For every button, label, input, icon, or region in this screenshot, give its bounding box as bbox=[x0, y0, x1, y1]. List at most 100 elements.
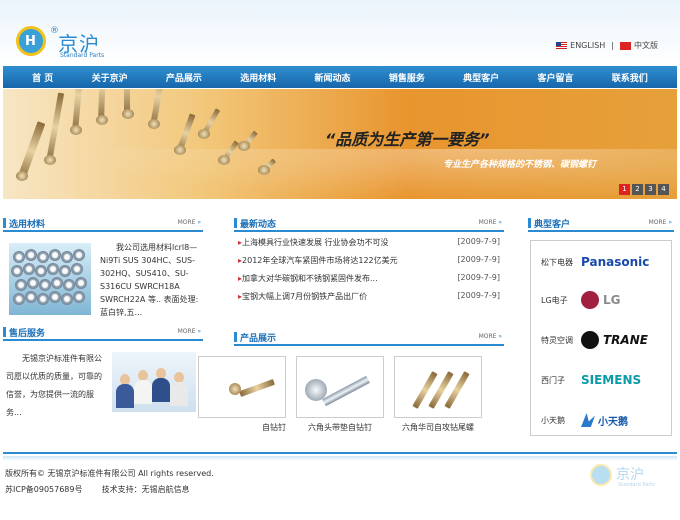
banner-screw-head bbox=[96, 115, 108, 125]
banner-subslogan: 专业生产各种规格的不锈钢、碳钢螺钉 bbox=[443, 160, 597, 170]
product-card[interactable]: 六角华司自攻钻尾螺 bbox=[394, 356, 482, 432]
customer-name: 特灵空调 bbox=[541, 335, 573, 345]
lg-logo: LG bbox=[603, 293, 621, 307]
service-section-header: 售后服务 MORE bbox=[2, 325, 203, 341]
footer-logo: 京沪 Standard Parts bbox=[590, 462, 660, 492]
service-team-image bbox=[112, 352, 196, 412]
footer-info: 苏ICP备09057689号 技术支持：无锡启航信息 bbox=[5, 484, 190, 495]
product-label: 六角华司自攻钻尾螺 bbox=[402, 423, 474, 432]
customer-name: 小天鹅 bbox=[541, 415, 565, 425]
logo-emblem-icon: H bbox=[16, 26, 46, 56]
banner-pager: 1 2 3 4 bbox=[619, 184, 669, 195]
logo-english-name: Standard Parts bbox=[60, 52, 105, 59]
nav-products[interactable]: 产品展示 bbox=[166, 71, 202, 84]
hero-banner[interactable]: “品质为生产第一要务” 专业生产各种规格的不锈钢、碳钢螺钉 1 2 3 4 bbox=[3, 89, 677, 199]
materials-steel-pipes-image bbox=[9, 243, 91, 315]
materials-more-link[interactable]: MORE bbox=[178, 219, 201, 226]
banner-screw-head bbox=[122, 109, 134, 119]
news-section-header: 最新动态 MORE bbox=[233, 216, 504, 232]
nav-sales-service[interactable]: 销售服务 bbox=[389, 71, 425, 84]
customer-row[interactable]: 西门子 SIEMENS bbox=[531, 361, 673, 399]
banner-page-3[interactable]: 3 bbox=[645, 184, 656, 195]
banner-screw-head bbox=[218, 155, 230, 165]
banner-screw-head bbox=[44, 155, 56, 165]
banner-screw-head bbox=[258, 165, 270, 175]
footer-divider bbox=[3, 452, 677, 454]
news-item[interactable]: 宝钢大幅上调7月份钢铁产品出厂价 [2009-7-9] bbox=[238, 291, 500, 309]
us-flag-icon bbox=[556, 41, 568, 50]
lang-chinese-label: 中文版 bbox=[634, 41, 658, 50]
customer-name: LG电子 bbox=[541, 295, 568, 305]
lang-english-link[interactable]: ENGLISH bbox=[556, 41, 605, 50]
banner-screw-head bbox=[174, 145, 186, 155]
customer-row[interactable]: 小天鹅 小天鹅 bbox=[531, 401, 673, 439]
banner-screw-head bbox=[16, 171, 28, 181]
customer-row[interactable]: LG电子 LG bbox=[531, 281, 673, 319]
product-card[interactable]: 自钻钉 bbox=[198, 356, 286, 432]
footer-icp[interactable]: 苏ICP备09057689号 bbox=[5, 485, 83, 494]
nav-contact[interactable]: 联系我们 bbox=[612, 71, 648, 84]
news-more-link[interactable]: MORE bbox=[479, 219, 502, 226]
news-item-title: 2012年全球汽车紧固件市场将达122亿美元 bbox=[238, 255, 398, 273]
banner-page-4[interactable]: 4 bbox=[658, 184, 669, 195]
language-switcher: ENGLISH | 中文版 bbox=[556, 40, 658, 51]
product-card[interactable]: 六角头带垫自钻钉 bbox=[296, 356, 384, 432]
news-item-date: [2009-7-9] bbox=[457, 255, 500, 264]
customers-list: 松下电器 Panasonic LG电子 LG 特灵空调 TRANE 西门子 SI… bbox=[530, 240, 672, 436]
nav-news[interactable]: 新闻动态 bbox=[315, 71, 351, 84]
materials-section-header: 选用材料 MORE bbox=[2, 216, 203, 232]
little-swan-logo: 小天鹅 bbox=[598, 416, 628, 428]
lang-chinese-link[interactable]: 中文版 bbox=[620, 40, 658, 51]
customers-section-header: 典型客户 MORE bbox=[527, 216, 674, 232]
banner-page-2[interactable]: 2 bbox=[632, 184, 643, 195]
site-logo[interactable]: H ® 京沪 Standard Parts bbox=[16, 24, 116, 60]
customers-more-link[interactable]: MORE bbox=[649, 219, 672, 226]
news-title: 最新动态 bbox=[233, 217, 276, 230]
banner-screw-head bbox=[148, 119, 160, 129]
products-title: 产品展示 bbox=[233, 331, 276, 344]
footer-shadow bbox=[3, 456, 677, 461]
news-item[interactable]: 上海模具行业快速发展 行业协会功不可没 [2009-7-9] bbox=[238, 237, 500, 255]
footer-logo-en: Standard Parts bbox=[618, 482, 655, 488]
trane-logo: TRANE bbox=[603, 333, 648, 347]
product-image bbox=[394, 356, 482, 418]
footer-support[interactable]: 技术支持：无锡启航信息 bbox=[102, 485, 190, 494]
news-item-title: 加拿大对华碳钢和不锈钢紧固件发布... bbox=[238, 273, 378, 291]
product-image bbox=[296, 356, 384, 418]
banner-screw-head bbox=[70, 125, 82, 135]
nav-about[interactable]: 关于京沪 bbox=[92, 71, 128, 84]
news-item[interactable]: 加拿大对华碳钢和不锈钢紧固件发布... [2009-7-9] bbox=[238, 273, 500, 291]
service-more-link[interactable]: MORE bbox=[178, 328, 201, 335]
footer-copyright: 版权所有© 无锡京沪标准件有限公司 All rights reserved. bbox=[5, 469, 214, 478]
news-item-title: 上海模具行业快速发展 行业协会功不可没 bbox=[238, 237, 389, 255]
siemens-logo: SIEMENS bbox=[581, 373, 642, 387]
header: H ® 京沪 Standard Parts ENGLISH | 中文版 bbox=[0, 0, 680, 66]
materials-description: 我公司选用材料lcrl8—Ni9Ti SUS 304HC、SUS-302HQ、S… bbox=[100, 243, 199, 317]
customers-title: 典型客户 bbox=[527, 217, 570, 230]
news-item-date: [2009-7-9] bbox=[457, 273, 500, 282]
news-item-title: 宝钢大幅上调7月份钢铁产品出厂价 bbox=[238, 291, 367, 309]
nav-customers[interactable]: 典型客户 bbox=[463, 71, 499, 84]
news-list: 上海模具行业快速发展 行业协会功不可没 [2009-7-9] 2012年全球汽车紧… bbox=[238, 237, 500, 309]
customer-name: 西门子 bbox=[541, 375, 565, 385]
product-label: 六角头带垫自钻钉 bbox=[308, 423, 372, 432]
nav-materials[interactable]: 选用材料 bbox=[240, 71, 276, 84]
product-label: 自钻钉 bbox=[262, 423, 286, 432]
banner-page-1[interactable]: 1 bbox=[619, 184, 630, 195]
customer-row[interactable]: 松下电器 Panasonic bbox=[531, 243, 673, 281]
product-image bbox=[198, 356, 286, 418]
products-more-link[interactable]: MORE bbox=[479, 333, 502, 340]
lang-english-label: ENGLISH bbox=[570, 41, 606, 50]
trane-emblem-icon bbox=[581, 331, 599, 349]
products-carousel: 自钻钉 六角头带垫自钻钉 六角华司自攻钻尾螺 bbox=[198, 356, 504, 432]
panasonic-logo: Panasonic bbox=[581, 255, 650, 269]
news-item[interactable]: 2012年全球汽车紧固件市场将达122亿美元 [2009-7-9] bbox=[238, 255, 500, 273]
nav-guestbook[interactable]: 客户留言 bbox=[537, 71, 573, 84]
news-item-date: [2009-7-9] bbox=[457, 237, 500, 246]
nav-home[interactable]: 首 页 bbox=[32, 71, 53, 84]
customer-row[interactable]: 特灵空调 TRANE bbox=[531, 321, 673, 359]
lang-separator: | bbox=[611, 41, 614, 50]
banner-screw-head bbox=[198, 129, 210, 139]
news-item-date: [2009-7-9] bbox=[457, 291, 500, 300]
swan-emblem-icon bbox=[581, 413, 595, 427]
